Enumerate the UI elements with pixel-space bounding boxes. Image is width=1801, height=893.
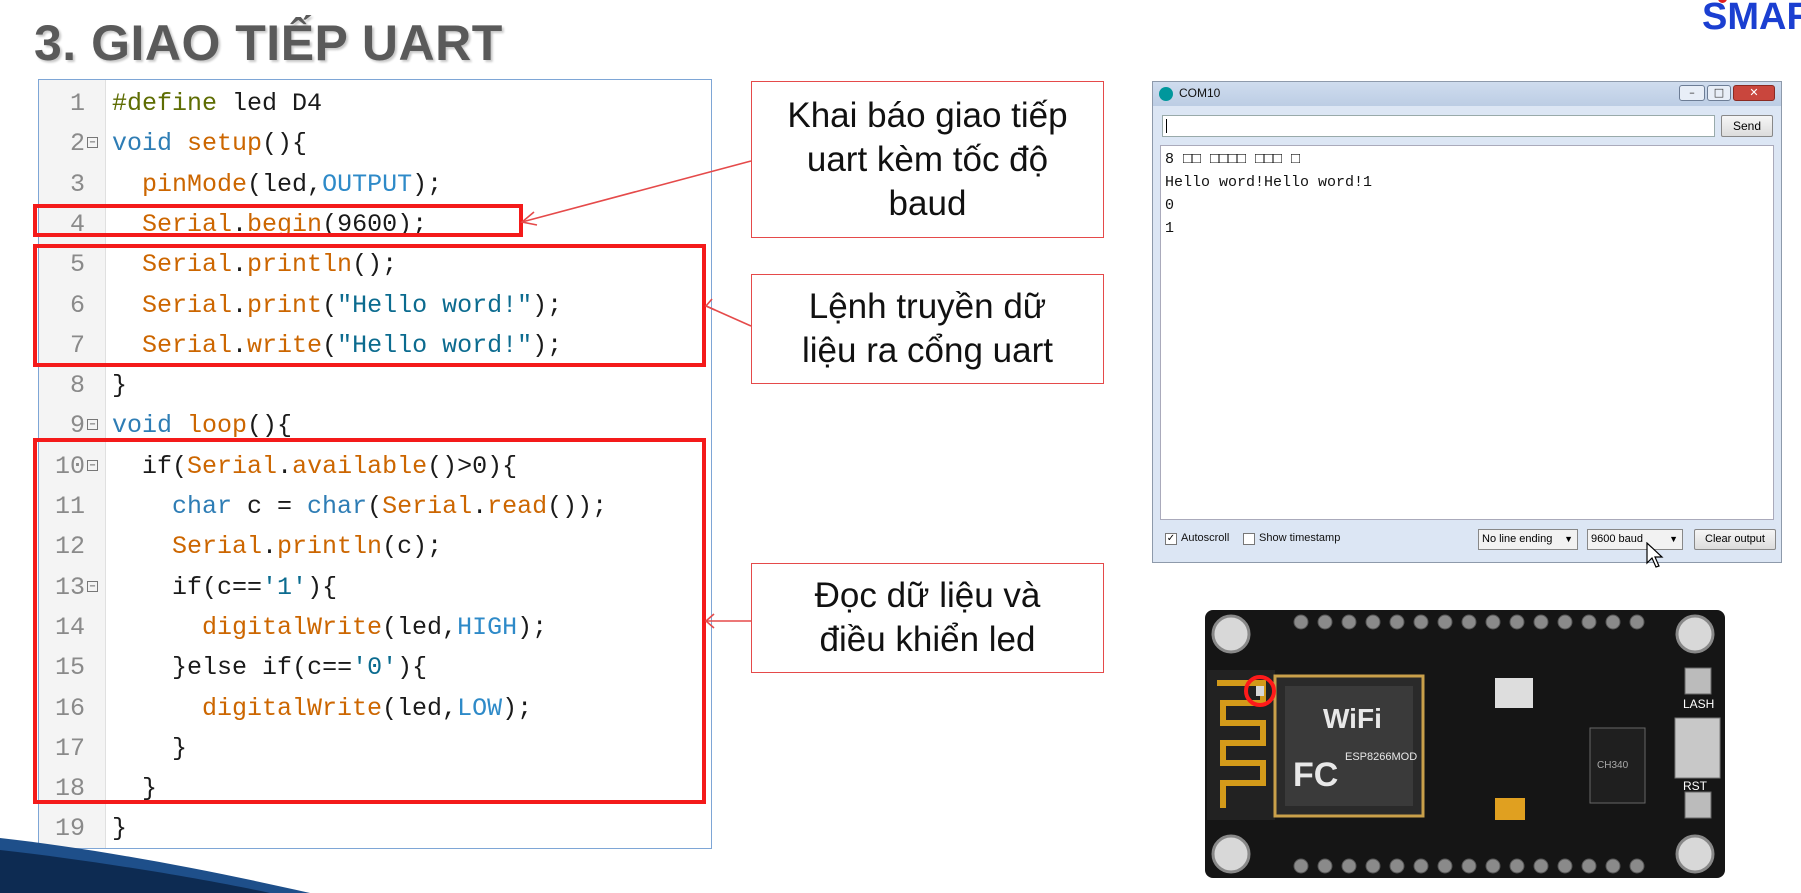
led <box>1256 686 1264 696</box>
mount-hole <box>1675 834 1715 874</box>
maximize-icon[interactable]: □ <box>1707 85 1731 101</box>
mount-hole <box>1675 614 1715 654</box>
chip-label: CH340 <box>1597 760 1629 771</box>
arrow-to-begin <box>521 160 752 223</box>
mouse-cursor-icon <box>1646 542 1664 568</box>
esp-module-label: ESP8266MOD <box>1345 751 1417 763</box>
mount-hole <box>1211 834 1251 874</box>
micro-usb-port <box>1674 717 1721 779</box>
serial-output-line: Hello word!Hello word!1 <box>1165 174 1373 191</box>
pin-header-top <box>1293 614 1645 630</box>
text-cursor <box>1166 119 1167 133</box>
slide-corner-decoration <box>0 838 310 893</box>
baud-rate-select[interactable]: 9600 baud ▼ <box>1587 529 1683 550</box>
minimize-icon[interactable]: – <box>1679 85 1705 101</box>
autoscroll-label: Autoscroll <box>1181 532 1230 544</box>
line-ending-value: No line ending <box>1482 533 1553 545</box>
chevron-down-icon: ▼ <box>1564 534 1573 544</box>
timestamp-checkbox[interactable] <box>1243 533 1255 545</box>
timestamp-label: Show timestamp <box>1259 532 1341 544</box>
line-ending-select[interactable]: No line ending ▼ <box>1478 529 1578 550</box>
regulator <box>1495 678 1533 708</box>
nodemcu-board-image: WiFi FC ESP8266MOD CH340 LASH RST <box>1205 610 1725 878</box>
baud-rate-value: 9600 baud <box>1591 533 1643 545</box>
fc-logo: FC <box>1293 756 1338 794</box>
close-icon[interactable]: ✕ <box>1733 85 1775 101</box>
serial-output-line: 1 <box>1165 220 1175 237</box>
flash-button-label: LASH <box>1683 697 1714 711</box>
serial-output[interactable]: 8 □□ □□□□ □□□ □ Hello word!Hello word!1 … <box>1160 145 1774 520</box>
autoscroll-checkbox[interactable]: ✓ <box>1165 533 1177 545</box>
serial-input[interactable] <box>1162 115 1715 137</box>
serial-output-line: 0 <box>1165 197 1175 214</box>
serial-monitor-titlebar[interactable]: COM10 – □ ✕ <box>1153 82 1781 106</box>
serial-monitor-window: COM10 – □ ✕ Send 8 □□ □□□□ □□□ □ Hello w… <box>1152 81 1782 563</box>
serial-monitor-title: COM10 <box>1179 86 1221 100</box>
clear-output-button[interactable]: Clear output <box>1694 529 1776 550</box>
reset-button-label: RST <box>1683 779 1708 793</box>
arrow-head-transmit <box>704 298 716 311</box>
send-button[interactable]: Send <box>1721 115 1773 137</box>
reset-button <box>1684 791 1712 819</box>
chevron-down-icon: ▼ <box>1669 534 1678 544</box>
wifi-logo: WiFi <box>1323 703 1382 734</box>
mount-hole <box>1211 614 1251 654</box>
flash-button <box>1684 667 1712 695</box>
capacitor <box>1495 798 1525 820</box>
arduino-icon <box>1159 87 1173 101</box>
pin-header-bottom <box>1293 858 1645 874</box>
serial-output-line: 8 □□ □□□□ □□□ □ <box>1165 151 1301 168</box>
serial-monitor-footer: ✓ Autoscroll Show timestamp No line endi… <box>1153 524 1781 562</box>
